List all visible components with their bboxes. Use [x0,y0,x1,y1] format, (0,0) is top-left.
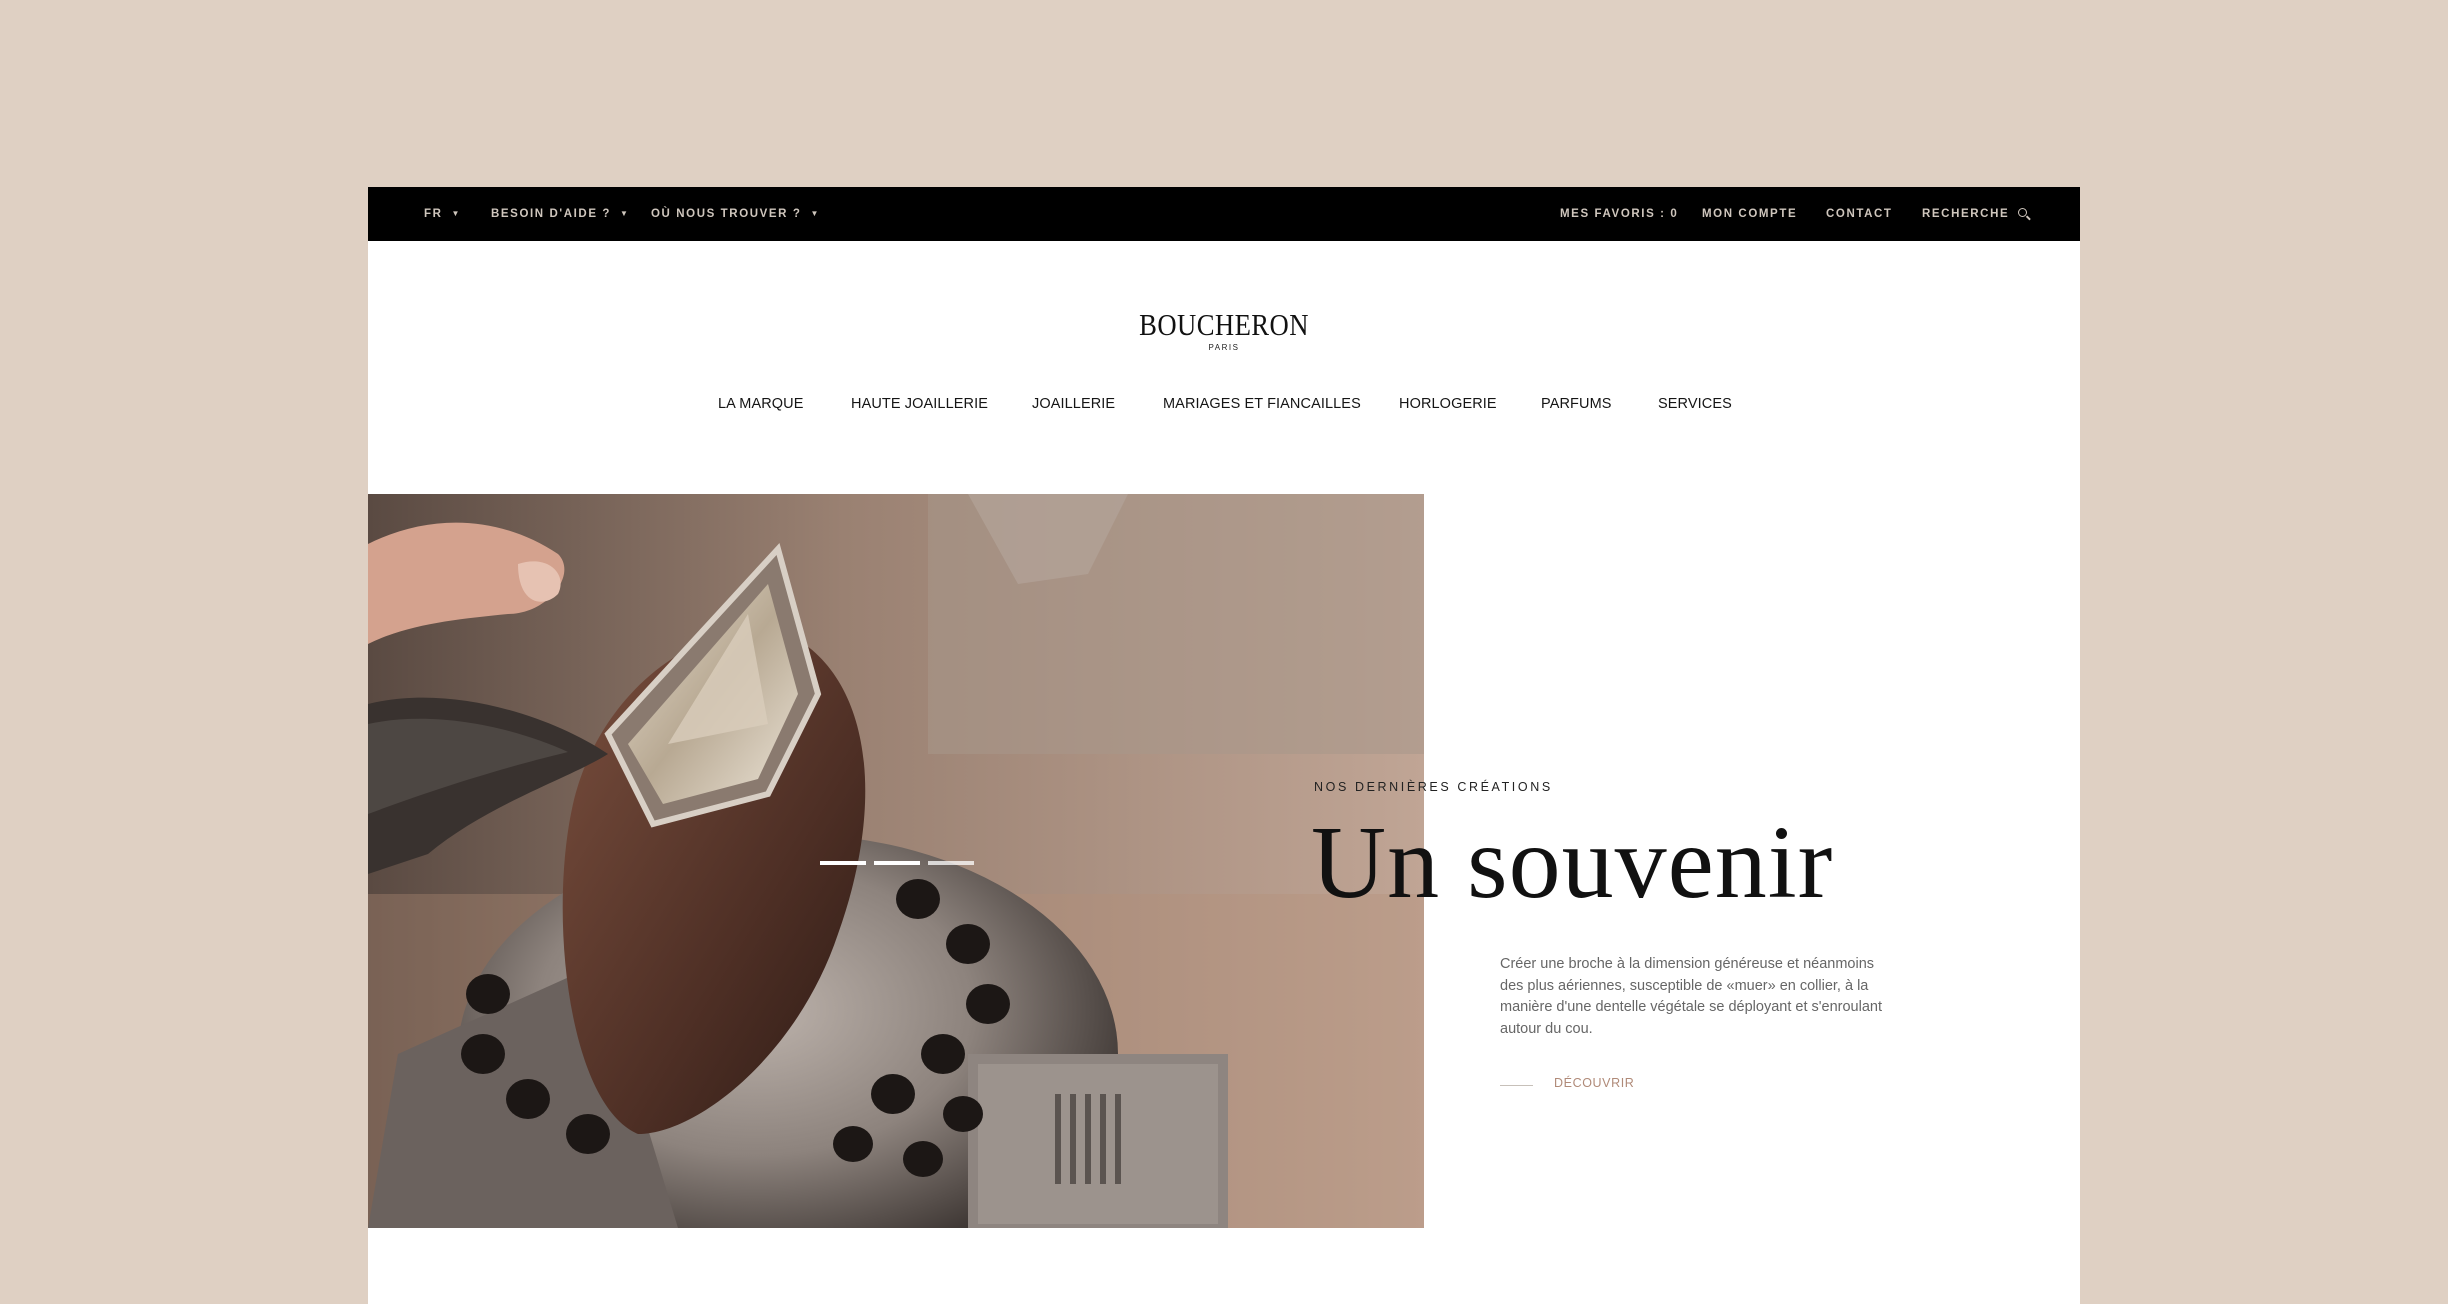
contact-link[interactable]: CONTACT [1826,187,1893,241]
nav-item-joaillerie[interactable]: JOAILLERIE [1032,396,1115,412]
search-icon [2018,208,2028,217]
hero-description: Créer une broche à la dimension généreus… [1500,956,1882,1037]
language-selector[interactable]: FR ▼ [424,187,461,241]
store-locator-label: OÙ NOUS TROUVER ? [651,208,802,220]
nav-item-haute-joaillerie[interactable]: HAUTE JOAILLERIE [851,396,988,412]
nav-item-la-marque[interactable]: LA MARQUE [718,396,804,412]
search-label: RECHERCHE [1922,208,2010,220]
hero-title: Un souvenir [1311,805,1834,920]
slide-indicator-2[interactable] [874,861,920,865]
help-label: BESOIN D'AIDE ? [491,208,612,220]
top-bar: FR ▼ BESOIN D'AIDE ? ▼ OÙ NOUS TROUVER ? ▼ … [368,187,2080,241]
search-button[interactable]: RECHERCHE [1922,187,2028,241]
cta-line [1500,1085,1533,1086]
logo[interactable]: BOUCHERON PARIS [368,307,2080,353]
nav-item-parfums[interactable]: PARFUMS [1541,396,1612,412]
account-link[interactable]: MON COMPTE [1702,187,1797,241]
slide-indicator-1[interactable] [820,861,866,865]
store-locator-menu[interactable]: OÙ NOUS TROUVER ? ▼ [651,187,820,241]
favorites-link[interactable]: MES FAVORIS : 0 [1560,187,1678,241]
language-label: FR [424,208,443,220]
nav-item-services[interactable]: SERVICES [1658,396,1732,412]
hero-kicker: NOS DERNIÈRES CRÉATIONS [1314,780,1553,794]
caret-down-icon: ▼ [451,209,462,218]
nav-item-mariages[interactable]: MARIAGES ET FIANCAILLES [1163,396,1361,412]
caret-down-icon: ▼ [810,209,821,218]
discover-label: DÉCOUVRIR [1554,1076,1635,1090]
page: FR ▼ BESOIN D'AIDE ? ▼ OÙ NOUS TROUVER ? ▼ … [368,187,2080,1304]
logo-city: PARIS [1208,343,1240,352]
help-menu[interactable]: BESOIN D'AIDE ? ▼ [491,187,630,241]
nav-item-horlogerie[interactable]: HORLOGERIE [1399,396,1497,412]
logo-wordmark: BOUCHERON [1139,307,1309,342]
slide-indicator-3[interactable] [928,861,974,865]
caret-down-icon: ▼ [620,209,630,218]
